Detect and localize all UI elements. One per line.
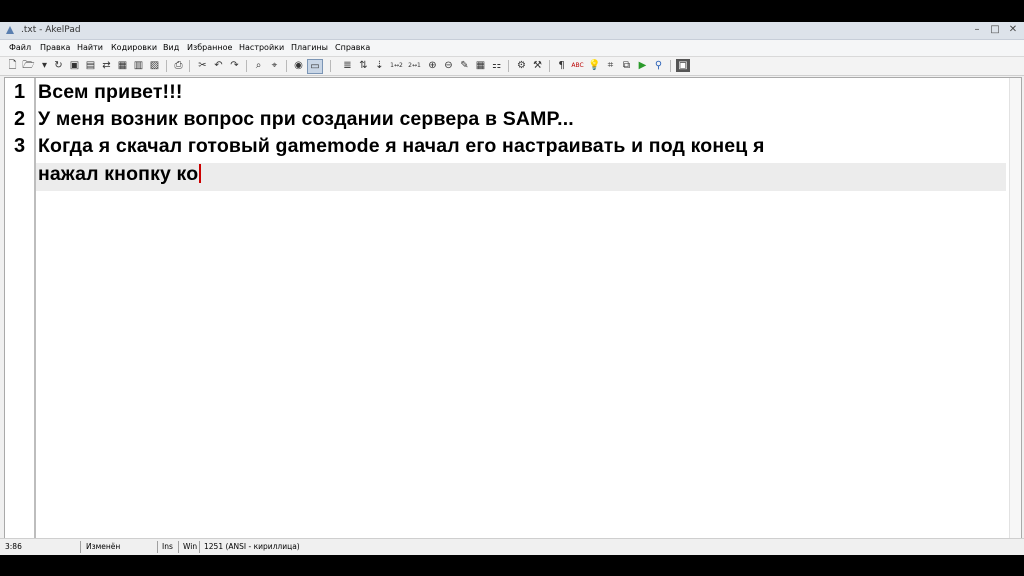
status-encoding[interactable]: 1251 (ANSI - кириллица) — [204, 539, 300, 555]
status-bar: 3:86 Изменён Ins Win 1251 (ANSI - кирилл… — [0, 538, 1024, 555]
convert-back-icon[interactable]: 2↔1 — [408, 59, 421, 72]
save-session-icon[interactable]: ▨ — [148, 59, 161, 72]
vertical-scrollbar[interactable] — [1009, 78, 1021, 538]
play-icon[interactable]: ▶ — [636, 59, 649, 72]
list-icon[interactable]: ≣ — [341, 59, 354, 72]
save-as-icon[interactable]: ▤ — [84, 59, 97, 72]
new-file-icon[interactable]: 🗋 — [6, 59, 19, 72]
replace-icon[interactable]: ⌖ — [268, 59, 281, 72]
print-icon[interactable]: ⎙ — [172, 59, 185, 72]
text-line[interactable]: Всем привет!!! — [38, 81, 182, 104]
akelpad-window: .txt - AkelPad – □ ✕ Файл Правка Найти К… — [0, 22, 1024, 555]
toolbar-separator — [286, 60, 287, 72]
minimize-button[interactable]: – — [969, 23, 985, 37]
save-icon[interactable]: ▣ — [68, 59, 81, 72]
menu-plugins[interactable]: Плагины — [291, 40, 328, 56]
markers-icon[interactable]: ⚏ — [490, 59, 503, 72]
crosshair-icon[interactable]: ⊕ — [426, 59, 439, 72]
maximize-button[interactable]: □ — [987, 23, 1003, 37]
highlight-icon[interactable]: ✎ — [458, 59, 471, 72]
menu-favorites[interactable]: Избранное — [187, 40, 232, 56]
toolbar-separator — [189, 60, 190, 72]
toolbar-separator — [246, 60, 247, 72]
text-line[interactable]: У меня возник вопрос при создании сервер… — [38, 108, 574, 131]
find-icon[interactable]: ⌕ — [252, 59, 265, 72]
current-line-text: нажал кнопку ко — [38, 163, 199, 185]
line-number: 1 — [13, 81, 26, 103]
status-position: 3:86 — [5, 542, 22, 551]
status-insert-mode[interactable]: Ins — [162, 539, 173, 555]
toolbar-separator — [508, 60, 509, 72]
settings-icon[interactable]: ⚙ — [515, 59, 528, 72]
cut-icon[interactable]: ✂ — [196, 59, 209, 72]
status-divider — [157, 541, 158, 553]
redo-icon[interactable]: ↷ — [228, 59, 241, 72]
window-title: .txt - AkelPad — [21, 25, 81, 35]
paragraph-icon[interactable]: ¶ — [555, 59, 568, 72]
link-icon[interactable]: ⚲ — [652, 59, 665, 72]
text-line[interactable]: Когда я скачал готовый gamemode я начал … — [38, 135, 765, 158]
close-button[interactable]: ✕ — [1005, 23, 1021, 37]
table-icon[interactable]: ▦ — [474, 59, 487, 72]
bulb-icon[interactable]: 💡 — [588, 59, 601, 72]
text-editor[interactable]: 1 2 3 Всем привет!!! У меня возник вопро… — [4, 77, 1022, 539]
line-number-gutter: 1 2 3 — [5, 78, 36, 538]
abc-spellcheck-icon[interactable]: ABC — [571, 59, 584, 72]
status-modified: Изменён — [86, 542, 121, 551]
fullscreen-icon[interactable]: ▣ — [676, 59, 690, 72]
menu-settings[interactable]: Настройки — [239, 40, 284, 56]
toolbar: 🗋 🗁 ▾ ↻ ▣ ▤ ⇄ ▦ ▥ ▨ ⎙ ✂ ↶ ↷ ⌕ ⌖ ◉ ▭ ≣ ⇅ … — [0, 57, 1024, 76]
save-copy-icon[interactable]: ▥ — [132, 59, 145, 72]
word-wrap-icon[interactable]: ▭ — [307, 59, 323, 74]
open-file-icon[interactable]: 🗁 — [22, 59, 35, 72]
text-line-current[interactable]: нажал кнопку ко — [38, 163, 202, 186]
sort-icon[interactable]: ⇅ — [357, 59, 370, 72]
status-newline[interactable]: Win — [183, 539, 197, 555]
status-divider — [178, 541, 179, 553]
status-divider — [80, 541, 81, 553]
toolbar-separator — [166, 60, 167, 72]
open-dropdown-icon[interactable]: ▾ — [38, 59, 51, 72]
save-all-icon[interactable]: ⇄ — [100, 59, 113, 72]
menu-bar: Файл Правка Найти Кодировки Вид Избранно… — [0, 40, 1024, 57]
undo-icon[interactable]: ↶ — [212, 59, 225, 72]
menu-find[interactable]: Найти — [77, 40, 103, 56]
reopen-icon[interactable]: ↻ — [52, 59, 65, 72]
convert-icon[interactable]: 1↔2 — [390, 59, 403, 72]
line-number: 3 — [13, 135, 26, 157]
menu-edit[interactable]: Правка — [40, 40, 70, 56]
toolbar-separator — [670, 60, 671, 72]
status-divider — [199, 541, 200, 553]
menu-help[interactable]: Справка — [335, 40, 370, 56]
toolbar-separator — [549, 60, 550, 72]
copy-icon[interactable]: ⧉ — [620, 59, 633, 72]
menu-view[interactable]: Вид — [163, 40, 179, 56]
text-caret — [199, 164, 202, 183]
pin-icon[interactable]: ⌗ — [604, 59, 617, 72]
akelpad-app-icon — [6, 26, 14, 34]
title-bar[interactable]: .txt - AkelPad – □ ✕ — [0, 22, 1024, 40]
tools-icon[interactable]: ⚒ — [531, 59, 544, 72]
print-preview-icon[interactable]: ▦ — [116, 59, 129, 72]
minus-circle-icon[interactable]: ⊖ — [442, 59, 455, 72]
scroll-icon[interactable]: ⇣ — [373, 59, 386, 72]
menu-file[interactable]: Файл — [9, 40, 31, 56]
go-to-icon[interactable]: ◉ — [292, 59, 305, 72]
menu-encodings[interactable]: Кодировки — [111, 40, 157, 56]
line-number: 2 — [13, 108, 26, 130]
toolbar-separator — [330, 60, 331, 72]
